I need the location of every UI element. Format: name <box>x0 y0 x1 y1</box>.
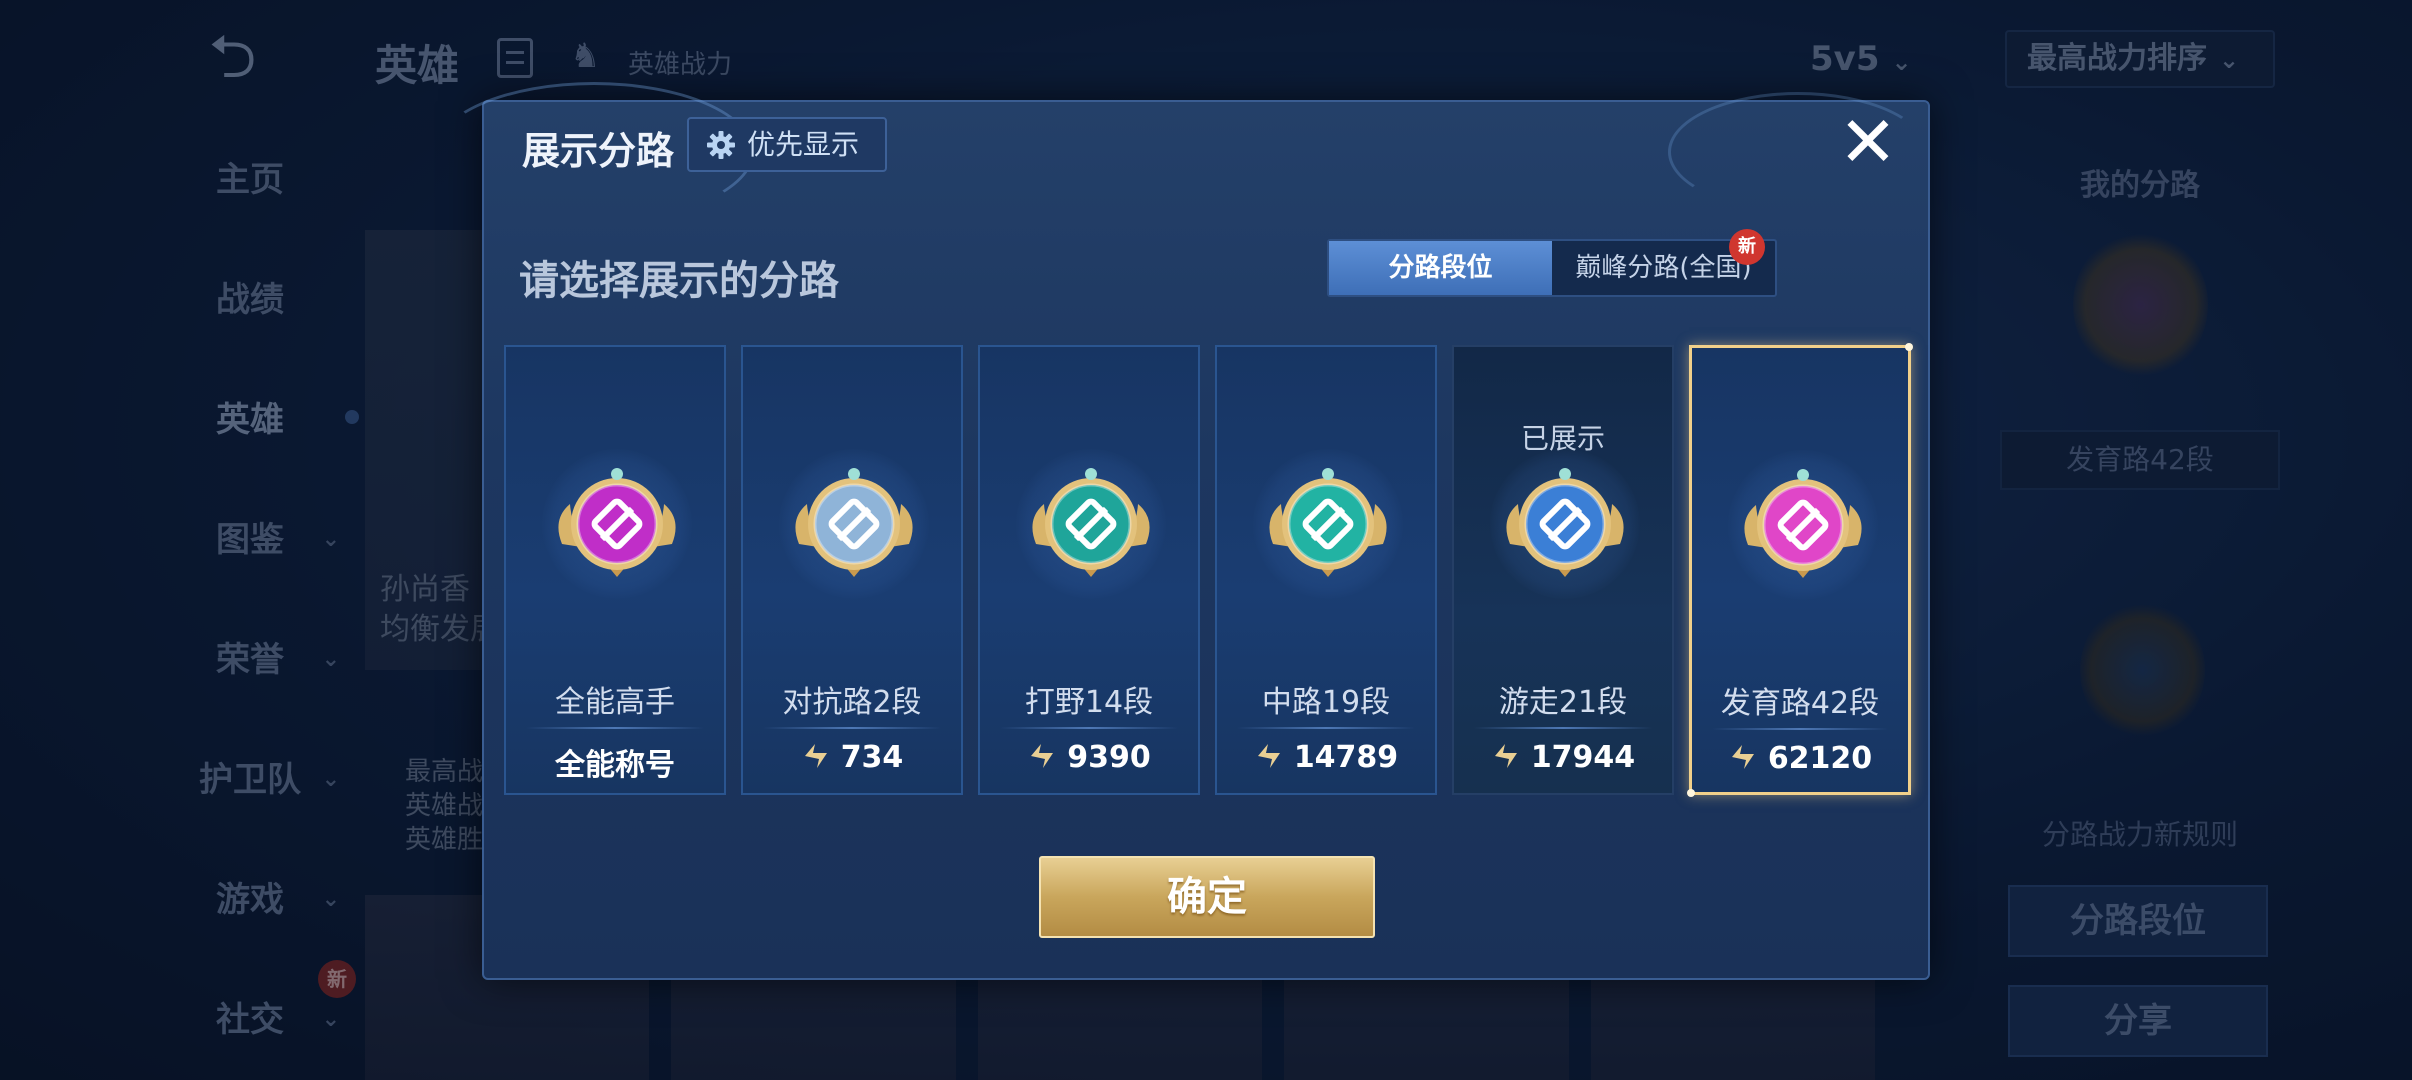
lane-tab-group: 分路段位 巅峰分路(全国) 新 <box>1327 229 1777 297</box>
lane-power-value: 9390 <box>980 740 1198 775</box>
combat-power-icon <box>1031 744 1054 768</box>
dialog-subtitle: 请选择展示的分路 <box>519 258 839 304</box>
lane-card-jungle[interactable]: 打野14段 9390 <box>978 345 1200 795</box>
divider <box>526 727 704 729</box>
confirm-button[interactable]: 确定 <box>1039 856 1375 938</box>
new-badge: 新 <box>1729 229 1765 265</box>
tab-label: 分路段位 <box>1388 253 1493 283</box>
lane-footer-text: 734 <box>840 740 904 775</box>
lane-power-value: 17944 <box>1454 740 1672 775</box>
divider <box>1712 728 1888 730</box>
lane-card-all-round[interactable]: 全能高手 全能称号 <box>504 345 726 795</box>
close-icon[interactable]: ✕ <box>1836 107 1900 177</box>
lane-rank-name: 打野14段 <box>1024 685 1154 720</box>
combat-power-icon <box>1494 744 1517 768</box>
lane-badge-icon <box>779 449 929 599</box>
lane-rank-name: 中路19段 <box>1261 685 1391 720</box>
dialog-title: 展示分路 <box>522 129 675 173</box>
combat-power-icon <box>804 744 827 768</box>
selection-corner-dot <box>1687 789 1695 797</box>
lane-card-roam[interactable]: 已展示 游走21段 17944 <box>1452 345 1674 795</box>
lane-display-dialog: 展示分路 优先显示 ✕ 请选择展示的分路 分路段位 巅峰分路(全国) 新 全能高手… <box>434 82 1930 980</box>
priority-display-label: 优先显示 <box>747 128 860 161</box>
lane-card-farm[interactable]: 发育路42段 62120 <box>1687 343 1913 797</box>
divider <box>1474 727 1652 729</box>
lane-footer-text: 14789 <box>1293 740 1399 775</box>
gear-icon <box>707 131 735 159</box>
lane-badge-icon <box>1490 449 1640 599</box>
lane-badge-icon <box>542 449 692 599</box>
priority-display-button[interactable]: 优先显示 <box>687 117 887 172</box>
lane-power-value: 14789 <box>1217 740 1435 775</box>
lane-power-value: 734 <box>743 740 961 775</box>
divider <box>763 727 941 729</box>
selection-corner-dot <box>1905 343 1913 351</box>
lane-footer-text: 9390 <box>1067 740 1151 775</box>
lane-rank-name: 全能高手 <box>555 685 675 720</box>
lane-power-value: 62120 <box>1692 741 1908 776</box>
lane-badge-icon <box>1016 449 1166 599</box>
lane-badge-icon <box>1253 449 1403 599</box>
lane-rank-name: 对抗路2段 <box>782 685 922 720</box>
tab-label: 巅峰分路(全国) <box>1575 253 1752 283</box>
lane-footer-text: 62120 <box>1767 741 1873 776</box>
lane-footer-text: 全能称号 <box>555 748 675 783</box>
combat-power-icon <box>1731 745 1754 769</box>
divider <box>1237 727 1415 729</box>
lane-badge-icon <box>1728 450 1878 600</box>
lane-power-value: 全能称号 <box>506 740 724 784</box>
lane-rank-name: 发育路42段 <box>1720 686 1880 721</box>
lane-footer-text: 17944 <box>1530 740 1636 775</box>
tab-lane-rank[interactable]: 分路段位 <box>1329 241 1552 295</box>
divider <box>1000 727 1178 729</box>
lane-card-clash[interactable]: 对抗路2段 734 <box>741 345 963 795</box>
tab-peak-lane[interactable]: 巅峰分路(全国) 新 <box>1552 229 1775 295</box>
combat-power-icon <box>1257 744 1280 768</box>
lane-rank-name: 游走21段 <box>1498 685 1628 720</box>
lane-card-mid[interactable]: 中路19段 14789 <box>1215 345 1437 795</box>
